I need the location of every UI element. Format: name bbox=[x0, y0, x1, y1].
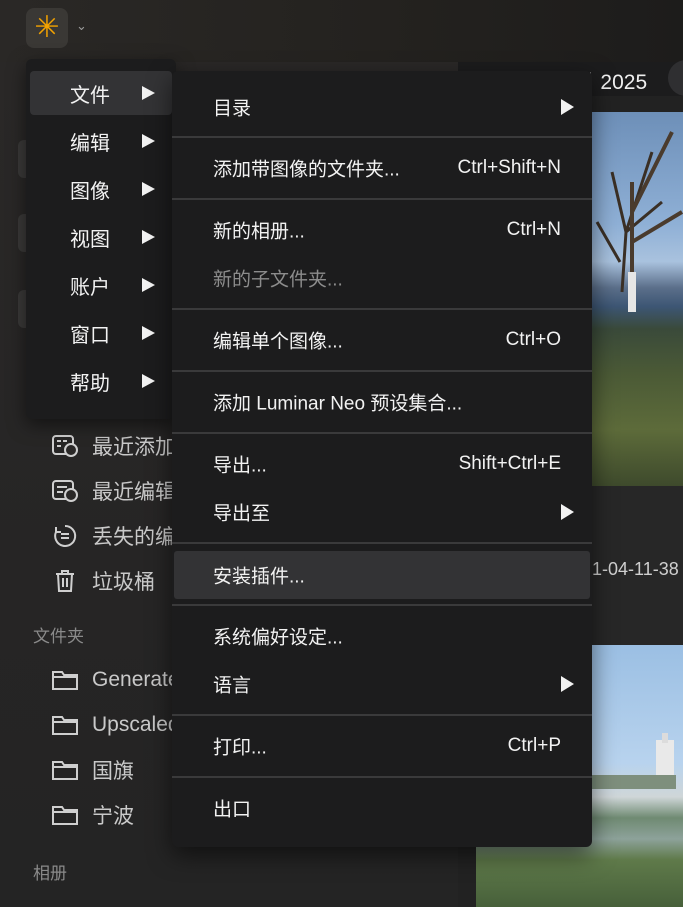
folder-item-generated[interactable]: Generated bbox=[52, 665, 191, 695]
submenu-arrow-icon bbox=[142, 326, 155, 340]
menu-item-label: 导出至 bbox=[213, 503, 271, 525]
luminar-logo-icon: ✳ bbox=[34, 11, 60, 44]
sidebar-item-label: 最近添加 bbox=[92, 436, 176, 459]
account-avatar[interactable] bbox=[668, 60, 683, 96]
menu-item-file[interactable]: 文件 bbox=[30, 71, 172, 115]
menu-item-edit[interactable]: 编辑 bbox=[30, 119, 172, 163]
folder-icon bbox=[52, 712, 78, 738]
menu-item-label: 文件 bbox=[70, 84, 110, 107]
app-main-menu: 文件 编辑 图像 视图 账户 窗口 帮助 bbox=[26, 59, 176, 419]
folder-label: 国旗 bbox=[92, 760, 134, 783]
menu-item-label: 语言 bbox=[213, 675, 252, 697]
app-menu-button[interactable]: ✳ bbox=[26, 8, 68, 48]
menu-item-export[interactable]: 导出... Shift+Ctrl+E bbox=[174, 440, 590, 488]
submenu-arrow-icon bbox=[142, 182, 155, 196]
menu-separator bbox=[172, 370, 592, 372]
folder-item-ningbo[interactable]: 宁波 bbox=[52, 800, 134, 830]
menu-item-image[interactable]: 图像 bbox=[30, 167, 172, 211]
menu-separator bbox=[172, 432, 592, 434]
photo-caption: 1-04-11-38 bbox=[592, 559, 679, 579]
menu-separator bbox=[172, 136, 592, 138]
submenu-arrow-icon bbox=[142, 278, 155, 292]
submenu-arrow-icon bbox=[561, 504, 574, 520]
folder-label: Upscaled bbox=[92, 713, 180, 736]
menu-item-window[interactable]: 窗口 bbox=[30, 311, 172, 355]
menu-item-shortcut: Shift+Ctrl+E bbox=[458, 453, 561, 474]
menu-item-label: 出口 bbox=[213, 799, 252, 821]
menu-item-export-to[interactable]: 导出至 bbox=[174, 488, 590, 536]
menu-item-label: 新的相册... bbox=[213, 221, 305, 243]
menu-item-account[interactable]: 账户 bbox=[30, 263, 172, 307]
albums-section-title: 相册 bbox=[33, 864, 67, 883]
folder-icon bbox=[52, 757, 78, 783]
menu-item-new-subfolder: 新的子文件夹... bbox=[174, 254, 590, 302]
recent-edited-icon bbox=[52, 478, 78, 504]
sidebar-item-recent-added[interactable]: 最近添加 bbox=[52, 431, 176, 461]
menu-item-shortcut: Ctrl+O bbox=[505, 329, 561, 350]
menu-item-exit[interactable]: 出口 bbox=[174, 784, 590, 832]
file-submenu: 目录 添加带图像的文件夹... Ctrl+Shift+N 新的相册... Ctr… bbox=[172, 71, 592, 847]
menu-item-shortcut: Ctrl+Shift+N bbox=[457, 157, 561, 178]
menu-item-label: 账户 bbox=[70, 276, 110, 299]
recent-added-icon bbox=[52, 433, 78, 459]
menu-item-label: 目录 bbox=[213, 98, 252, 120]
menu-item-add-folder[interactable]: 添加带图像的文件夹... Ctrl+Shift+N bbox=[174, 144, 590, 192]
submenu-arrow-icon bbox=[142, 230, 155, 244]
menu-item-label: 窗口 bbox=[70, 324, 110, 347]
menu-item-label: 编辑 bbox=[70, 132, 110, 155]
menu-item-preferences[interactable]: 系统偏好设定... bbox=[174, 612, 590, 660]
menu-item-language[interactable]: 语言 bbox=[174, 660, 590, 708]
photo-thumbnail[interactable] bbox=[592, 112, 683, 486]
menu-item-label: 帮助 bbox=[70, 372, 110, 395]
menu-item-label: 编辑单个图像... bbox=[213, 331, 343, 353]
submenu-arrow-icon bbox=[142, 86, 155, 100]
sidebar-item-label: 垃圾桶 bbox=[92, 571, 155, 594]
submenu-arrow-icon bbox=[142, 134, 155, 148]
folder-icon bbox=[52, 667, 78, 693]
menu-item-shortcut: Ctrl+P bbox=[507, 735, 561, 756]
menu-separator bbox=[172, 604, 592, 606]
menu-item-catalog[interactable]: 目录 bbox=[174, 83, 590, 131]
folder-icon bbox=[52, 802, 78, 828]
trash-icon bbox=[52, 568, 78, 594]
menu-item-help[interactable]: 帮助 bbox=[30, 359, 172, 403]
menu-item-edit-single-image[interactable]: 编辑单个图像... Ctrl+O bbox=[174, 316, 590, 364]
menu-separator bbox=[172, 714, 592, 716]
menu-separator bbox=[172, 198, 592, 200]
folders-section-title: 文件夹 bbox=[33, 627, 84, 646]
folder-item-flags[interactable]: 国旗 bbox=[52, 755, 134, 785]
folder-label: 宁波 bbox=[92, 805, 134, 828]
submenu-arrow-icon bbox=[561, 676, 574, 692]
menu-item-label: 新的子文件夹... bbox=[213, 269, 343, 291]
menu-separator bbox=[172, 542, 592, 544]
menu-item-label: 导出... bbox=[213, 455, 267, 477]
menu-item-label: 系统偏好设定... bbox=[213, 627, 343, 649]
sidebar-item-label: 最近编辑 bbox=[92, 481, 176, 504]
menu-separator bbox=[172, 308, 592, 310]
menu-item-label: 图像 bbox=[70, 180, 110, 203]
menu-item-install-plugins[interactable]: 安装插件... bbox=[174, 551, 590, 599]
folder-item-upscaled[interactable]: Upscaled bbox=[52, 710, 180, 740]
menu-item-new-album[interactable]: 新的相册... Ctrl+N bbox=[174, 206, 590, 254]
menu-item-shortcut: Ctrl+N bbox=[506, 219, 561, 240]
submenu-arrow-icon bbox=[142, 374, 155, 388]
menu-item-label: 安装插件... bbox=[213, 566, 305, 588]
menu-item-label: 视图 bbox=[70, 228, 110, 251]
menu-item-label: 添加 Luminar Neo 预设集合... bbox=[213, 393, 463, 415]
menu-item-print[interactable]: 打印... Ctrl+P bbox=[174, 722, 590, 770]
top-bar bbox=[0, 0, 683, 62]
menu-item-label: 打印... bbox=[213, 737, 267, 759]
menu-item-label: 添加带图像的文件夹... bbox=[213, 159, 400, 181]
chevron-down-icon[interactable]: ⌄ bbox=[76, 18, 87, 34]
sidebar-item-recent-edited[interactable]: 最近编辑 bbox=[52, 476, 176, 506]
menu-item-add-preset-collection[interactable]: 添加 Luminar Neo 预设集合... bbox=[174, 378, 590, 426]
menu-separator bbox=[172, 776, 592, 778]
lost-edits-icon bbox=[52, 523, 78, 549]
menu-item-view[interactable]: 视图 bbox=[30, 215, 172, 259]
submenu-arrow-icon bbox=[561, 99, 574, 115]
sidebar-item-trash[interactable]: 垃圾桶 bbox=[52, 566, 155, 596]
